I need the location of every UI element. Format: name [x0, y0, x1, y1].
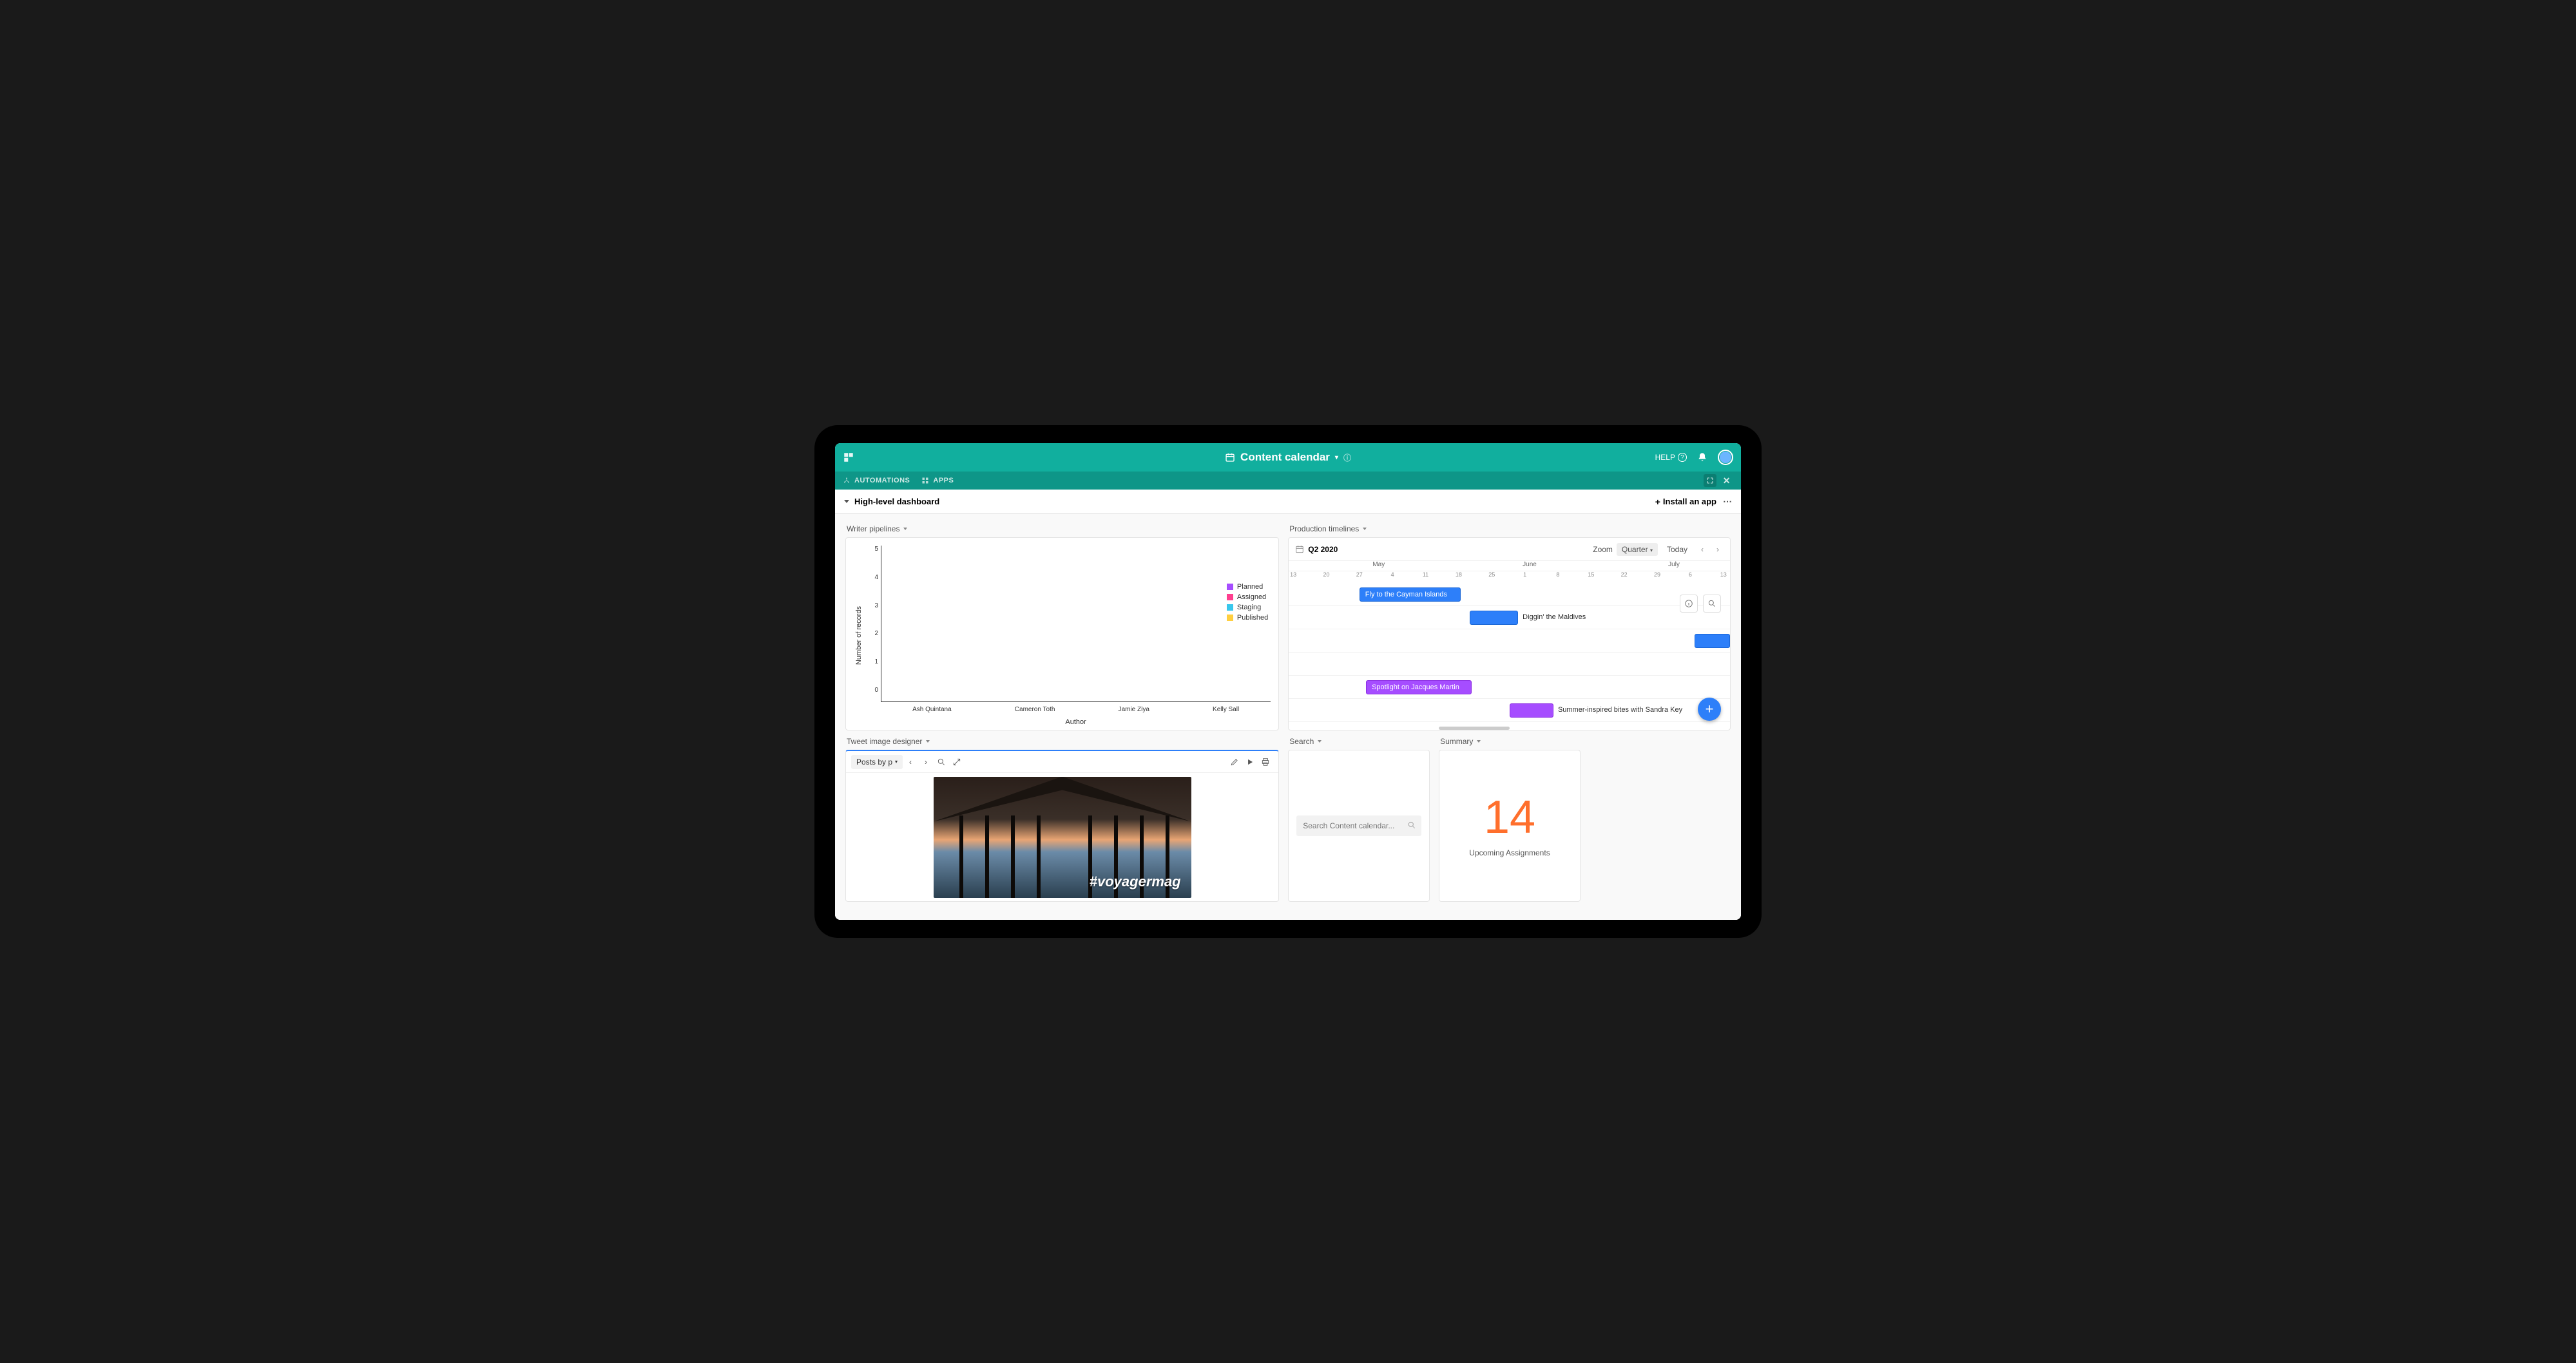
x-axis-labels: Ash QuintanaCameron TothJamie ZiyaKelly … — [881, 702, 1271, 713]
search-card — [1288, 750, 1430, 902]
timeline-bar[interactable]: Fly to the Cayman Islands — [1360, 587, 1461, 602]
info-icon[interactable]: ⓘ — [1343, 452, 1351, 463]
prev-record-button[interactable]: ‹ — [903, 754, 918, 770]
section-production-timelines[interactable]: Production timelines — [1288, 520, 1731, 537]
timeline-scroll-indicator[interactable] — [1439, 727, 1510, 730]
search-icon[interactable] — [934, 754, 949, 770]
section-search[interactable]: Search — [1288, 733, 1430, 750]
install-label: Install an app — [1663, 497, 1716, 506]
apps-button[interactable]: APPS — [921, 477, 954, 484]
tweet-designer-card: Posts by p ▾ ‹ › — [845, 750, 1279, 902]
play-icon[interactable] — [1242, 754, 1258, 770]
install-app-button[interactable]: + Install an app — [1655, 497, 1716, 507]
designer-dropdown-label: Posts by p — [856, 758, 892, 767]
today-button[interactable]: Today — [1662, 543, 1693, 556]
summary-value: 14 — [1484, 794, 1535, 841]
timeline-search-button[interactable] — [1703, 595, 1721, 613]
x-axis-label: Author — [881, 713, 1271, 726]
section-summary[interactable]: Summary — [1439, 733, 1581, 750]
summary-label: Upcoming Assignments — [1469, 848, 1550, 857]
section-label: Tweet image designer — [847, 737, 922, 746]
summary-card: 14 Upcoming Assignments — [1439, 750, 1581, 902]
edit-icon[interactable] — [1227, 754, 1242, 770]
timeline-rows[interactable]: Fly to the Cayman Islands Diggin' the Mal… — [1289, 583, 1730, 730]
calendar-icon — [1225, 452, 1235, 462]
section-label: Search — [1289, 737, 1314, 746]
section-label: Writer pipelines — [847, 524, 899, 533]
view-title[interactable]: High-level dashboard — [854, 497, 939, 506]
tweet-preview-image: #voyagermag — [934, 777, 1191, 898]
plus-icon: + — [1655, 497, 1660, 507]
caret-down-icon — [1318, 740, 1322, 743]
zoom-select[interactable]: Quarter ▾ — [1617, 543, 1658, 556]
timeline-bar[interactable]: Spotlight on Jacques Martin — [1366, 680, 1472, 694]
help-icon: ? — [1678, 453, 1687, 462]
caret-down-icon — [1363, 528, 1367, 530]
automations-button[interactable]: AUTOMATIONS — [843, 477, 910, 484]
caret-down-icon — [926, 740, 930, 743]
timeline-range[interactable]: Q2 2020 — [1308, 545, 1338, 554]
timeline-bar[interactable] — [1470, 611, 1518, 625]
designer-record-select[interactable]: Posts by p ▾ — [851, 755, 903, 769]
prev-button[interactable]: ‹ — [1697, 545, 1708, 554]
y-axis-ticks: 543210 — [863, 546, 881, 694]
automations-label: AUTOMATIONS — [854, 477, 910, 484]
caret-down-icon — [903, 528, 907, 530]
expand-icon[interactable] — [949, 754, 965, 770]
section-writer-pipelines[interactable]: Writer pipelines — [845, 520, 1279, 537]
search-icon — [1407, 821, 1416, 830]
timeline-days: 132027411182518152229613 — [1289, 571, 1730, 583]
writer-pipelines-chart: Number of records 543210 Ash QuintanaCam… — [845, 537, 1279, 730]
help-label: HELP — [1655, 453, 1675, 462]
y-axis-label: Number of records — [854, 606, 863, 665]
caret-down-icon: ▾ — [895, 759, 898, 765]
help-button[interactable]: HELP ? — [1655, 453, 1687, 462]
apps-icon — [921, 477, 929, 484]
bell-icon[interactable] — [1697, 452, 1707, 462]
collapse-caret-icon[interactable] — [844, 500, 849, 503]
chart-legend: PlannedAssignedStagingPublished — [1227, 583, 1268, 624]
user-avatar[interactable] — [1718, 450, 1733, 465]
print-icon[interactable] — [1258, 754, 1273, 770]
zoom-label: Zoom — [1593, 545, 1613, 554]
next-record-button[interactable]: › — [918, 754, 934, 770]
automations-icon — [843, 477, 851, 484]
more-icon[interactable]: ⋯ — [1723, 496, 1732, 507]
timeline-bar-label: Summer-inspired bites with Sandra Key — [1558, 706, 1682, 714]
caret-down-icon — [1477, 740, 1481, 743]
timeline-icon — [1295, 545, 1304, 554]
close-icon[interactable]: ✕ — [1720, 475, 1733, 486]
chart-plot-area — [881, 546, 1271, 702]
timeline-bar[interactable] — [1510, 703, 1553, 718]
timeline-months: MayJuneJuly — [1289, 561, 1730, 571]
view-header: High-level dashboard + Install an app ⋯ — [835, 490, 1741, 514]
app-logo-icon[interactable] — [843, 452, 854, 463]
next-button[interactable]: › — [1712, 545, 1724, 554]
base-title[interactable]: Content calendar — [1240, 451, 1330, 464]
section-label: Production timelines — [1289, 524, 1359, 533]
search-input[interactable] — [1296, 815, 1421, 836]
timeline-add-fab[interactable]: + — [1698, 698, 1721, 721]
expand-button[interactable] — [1704, 474, 1716, 487]
zoom-value: Quarter — [1622, 545, 1648, 554]
section-label: Summary — [1440, 737, 1473, 746]
timeline-bar-label: Diggin' the Maldives — [1523, 613, 1586, 621]
apps-label: APPS — [933, 477, 954, 484]
caret-down-icon[interactable]: ▾ — [1335, 454, 1338, 461]
caret-down-icon: ▾ — [1650, 548, 1653, 553]
sub-nav-bar: AUTOMATIONS APPS ✕ — [835, 472, 1741, 490]
timeline-info-button[interactable] — [1680, 595, 1698, 613]
top-bar: Content calendar ▾ ⓘ HELP ? — [835, 443, 1741, 472]
section-tweet-designer[interactable]: Tweet image designer — [845, 733, 1279, 750]
timeline-bar[interactable] — [1695, 634, 1730, 648]
tweet-hashtag: #voyagermag — [1090, 873, 1181, 890]
timeline-card: Q2 2020 Zoom Quarter ▾ Today ‹ › MayJune… — [1288, 537, 1731, 730]
